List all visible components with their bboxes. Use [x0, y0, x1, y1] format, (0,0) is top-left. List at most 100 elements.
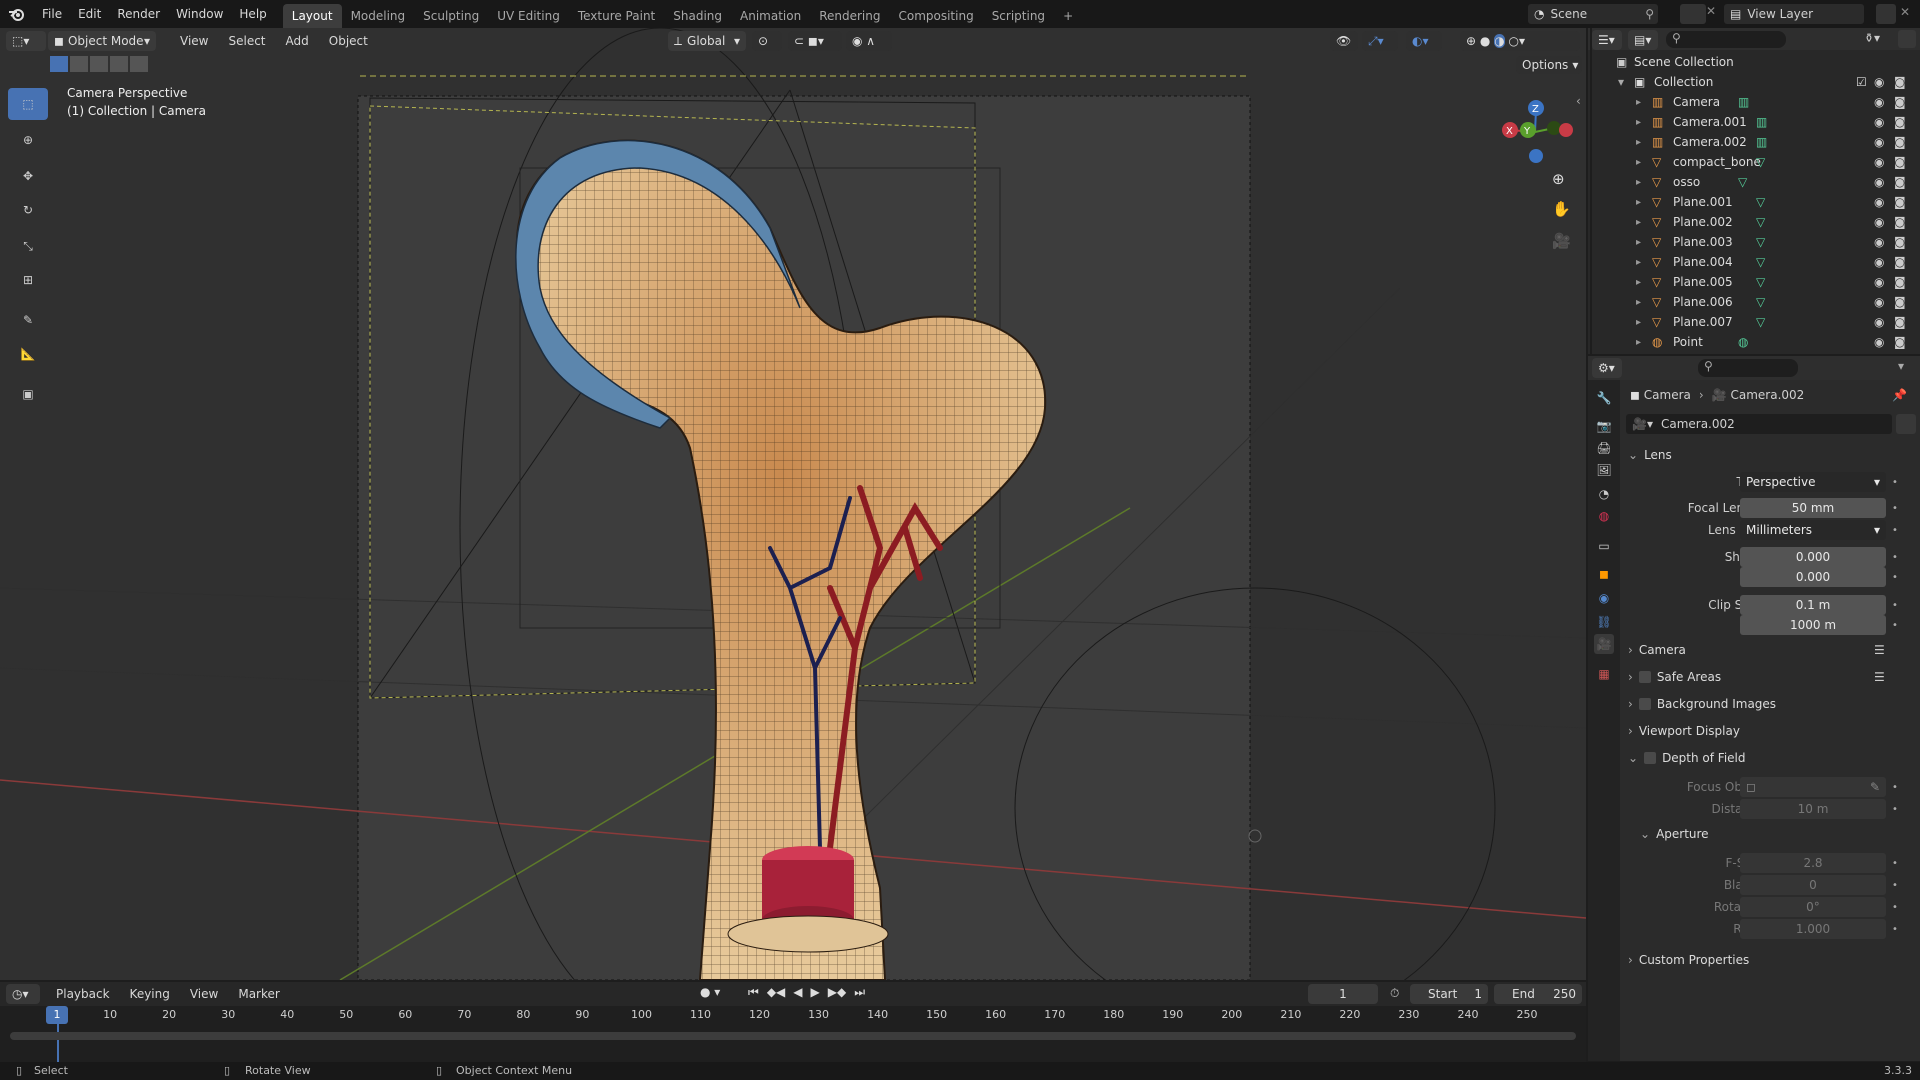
expand-arrow-icon[interactable]: ▸: [1636, 157, 1641, 168]
cursor-tool[interactable]: ⊕: [8, 124, 48, 156]
properties-search-input[interactable]: ⚲: [1698, 359, 1798, 377]
jump-end-icon[interactable]: ⏭: [854, 985, 865, 1000]
lens-unit-field[interactable]: Millimeters ▾: [1740, 520, 1886, 540]
mesh-data-icon[interactable]: ▽: [1756, 315, 1765, 329]
select-subtract-icon[interactable]: [90, 56, 108, 72]
camera-render-icon[interactable]: ◙: [1894, 295, 1906, 309]
prev-keyframe-icon[interactable]: ◆◀: [767, 985, 785, 1000]
play-icon[interactable]: ▶: [811, 985, 820, 1000]
hand-pan-icon[interactable]: ✋: [1552, 200, 1571, 218]
snap-icon[interactable]: ⊂ ◼▾: [788, 31, 842, 51]
editor-type-button[interactable]: ⬚▾: [6, 31, 46, 51]
rotation-field[interactable]: 0°: [1740, 897, 1886, 917]
outliner-editor-icon[interactable]: ☰▾: [1592, 30, 1622, 50]
keyframe-dot-icon[interactable]: •: [1892, 572, 1898, 583]
add-workspace-icon[interactable]: +: [1054, 4, 1082, 28]
menu-edit[interactable]: Edit: [70, 0, 109, 28]
outliner-item[interactable]: ▸ ▥ Camera ▥ ◉ ◙: [1588, 92, 1920, 112]
mesh-data-icon[interactable]: ▽: [1756, 155, 1765, 169]
record-icon[interactable]: ● ▾: [700, 985, 720, 999]
viewport-menu-add[interactable]: Add: [276, 31, 319, 51]
mesh-data-icon[interactable]: ▽: [1756, 215, 1765, 229]
eye-icon[interactable]: ◉: [1874, 235, 1884, 249]
add-cube-tool[interactable]: ▣: [8, 378, 48, 410]
mesh-data-icon[interactable]: ▽: [1756, 275, 1765, 289]
camera-render-icon[interactable]: ◙: [1894, 275, 1906, 289]
expand-arrow-icon[interactable]: ▸: [1636, 217, 1641, 228]
camera-render-icon[interactable]: ◙: [1894, 155, 1906, 169]
mesh-data-icon[interactable]: ▽: [1756, 255, 1765, 269]
texture-tab-icon[interactable]: ▦: [1594, 664, 1614, 684]
camera-render-icon[interactable]: ◙: [1894, 235, 1906, 249]
distance-field[interactable]: 10 m: [1740, 799, 1886, 819]
panel-safe-areas[interactable]: › Safe Areas ☰: [1620, 665, 1920, 689]
view-layer-selector[interactable]: ▤ View Layer: [1724, 4, 1864, 24]
collection-row[interactable]: ▾ ▣ Collection ☑ ◉ ◙: [1588, 72, 1920, 92]
orientation-selector[interactable]: ⟂ Global ▾: [668, 31, 746, 51]
list-icon[interactable]: ☰: [1874, 670, 1885, 684]
eye-icon[interactable]: ◉: [1874, 335, 1884, 349]
outliner-item[interactable]: ▸ ▽ Plane.006 ▽ ◉ ◙: [1588, 292, 1920, 312]
visibility-icon[interactable]: 👁: [1330, 31, 1358, 51]
expand-arrow-icon[interactable]: ▸: [1636, 297, 1641, 308]
workspace-tab-compositing[interactable]: Compositing: [889, 4, 982, 28]
keyframe-dot-icon[interactable]: •: [1892, 782, 1898, 793]
mesh-data-icon[interactable]: ▽: [1756, 195, 1765, 209]
scene-collection-row[interactable]: ▣ Scene Collection: [1588, 52, 1920, 72]
camera-data-icon[interactable]: ▥: [1738, 95, 1749, 109]
annotate-tool[interactable]: ✎: [8, 304, 48, 336]
transform-tool[interactable]: ⊞: [8, 264, 48, 296]
eye-icon[interactable]: ◉: [1874, 115, 1884, 129]
keyframe-dot-icon[interactable]: •: [1892, 924, 1898, 935]
keyframe-dot-icon[interactable]: •: [1892, 600, 1898, 611]
expand-arrow-icon[interactable]: ▾: [1618, 75, 1624, 89]
light-data-icon[interactable]: ◍: [1738, 335, 1748, 349]
shift-y-field[interactable]: 0.000: [1740, 567, 1886, 587]
eye-icon[interactable]: ◉: [1874, 135, 1884, 149]
eye-icon[interactable]: ◉: [1874, 95, 1884, 109]
expand-arrow-icon[interactable]: ▸: [1636, 117, 1641, 128]
timeline-menu-keying[interactable]: Keying: [120, 984, 180, 1004]
eye-icon[interactable]: ◉: [1874, 255, 1884, 269]
frame-ruler[interactable]: 1 10 20 30 40 50 60 70 80 90 100 110 120 130 140 150 16…: [0, 1006, 1586, 1062]
timeline-scrollbar[interactable]: [10, 1032, 1576, 1040]
eye-icon[interactable]: ◉: [1874, 75, 1884, 89]
outliner-item[interactable]: ▸ ▽ Plane.005 ▽ ◉ ◙: [1588, 272, 1920, 292]
clip-start-field[interactable]: 0.1 m: [1740, 595, 1886, 615]
camera-view-icon[interactable]: 🎥: [1552, 232, 1571, 250]
keyframe-dot-icon[interactable]: •: [1892, 902, 1898, 913]
outliner-item[interactable]: ▸ ◍ Point ◍ ◉ ◙: [1588, 332, 1920, 352]
eye-icon[interactable]: ◉: [1874, 195, 1884, 209]
list-icon[interactable]: ☰: [1874, 643, 1885, 657]
keyframe-dot-icon[interactable]: •: [1892, 858, 1898, 869]
play-reverse-icon[interactable]: ◀: [793, 985, 802, 1000]
eye-icon[interactable]: ◉: [1874, 175, 1884, 189]
world-tab-icon[interactable]: ◍: [1594, 506, 1614, 526]
sidebar-toggle-icon[interactable]: ‹: [1576, 94, 1581, 108]
keyframe-dot-icon[interactable]: •: [1892, 880, 1898, 891]
checkbox-icon[interactable]: [1644, 752, 1657, 764]
material-preview-icon[interactable]: ◑: [1494, 34, 1505, 48]
workspace-tab-uv-editing[interactable]: UV Editing: [488, 4, 569, 28]
outliner-item[interactable]: ▸ ▽ compact_bone ▽ ◉ ◙: [1588, 152, 1920, 172]
blades-field[interactable]: 0: [1740, 875, 1886, 895]
mesh-data-icon[interactable]: ▽: [1756, 235, 1765, 249]
timeline-menu-view[interactable]: View: [180, 984, 228, 1004]
blender-logo-icon[interactable]: [0, 7, 34, 21]
current-frame-field[interactable]: 1: [1308, 984, 1378, 1004]
panel-depth-of-field[interactable]: ⌄ Depth of Field: [1620, 746, 1920, 770]
outliner-item[interactable]: ▸ ▥ Camera.001 ▥ ◉ ◙: [1588, 112, 1920, 132]
expand-arrow-icon[interactable]: ▸: [1636, 177, 1641, 188]
select-new-icon[interactable]: [50, 56, 68, 72]
outliner-item[interactable]: ▸ ▽ osso ▽ ◉ ◙: [1588, 172, 1920, 192]
stopwatch-icon[interactable]: ⏱: [1390, 986, 1399, 1001]
keyframe-dot-icon[interactable]: •: [1892, 804, 1898, 815]
outliner-item[interactable]: ▸ ▽ Plane.002 ▽ ◉ ◙: [1588, 212, 1920, 232]
mode-selector[interactable]: ◼ Object Mode ▾: [48, 31, 156, 51]
move-tool[interactable]: ✥: [8, 160, 48, 192]
camera-render-icon[interactable]: ◙: [1894, 215, 1906, 229]
measure-tool[interactable]: 📐: [8, 338, 48, 370]
rotate-tool[interactable]: ↻: [8, 194, 48, 226]
outliner-search-input[interactable]: ⚲: [1666, 31, 1786, 48]
camera-render-icon[interactable]: ◙: [1894, 255, 1906, 269]
